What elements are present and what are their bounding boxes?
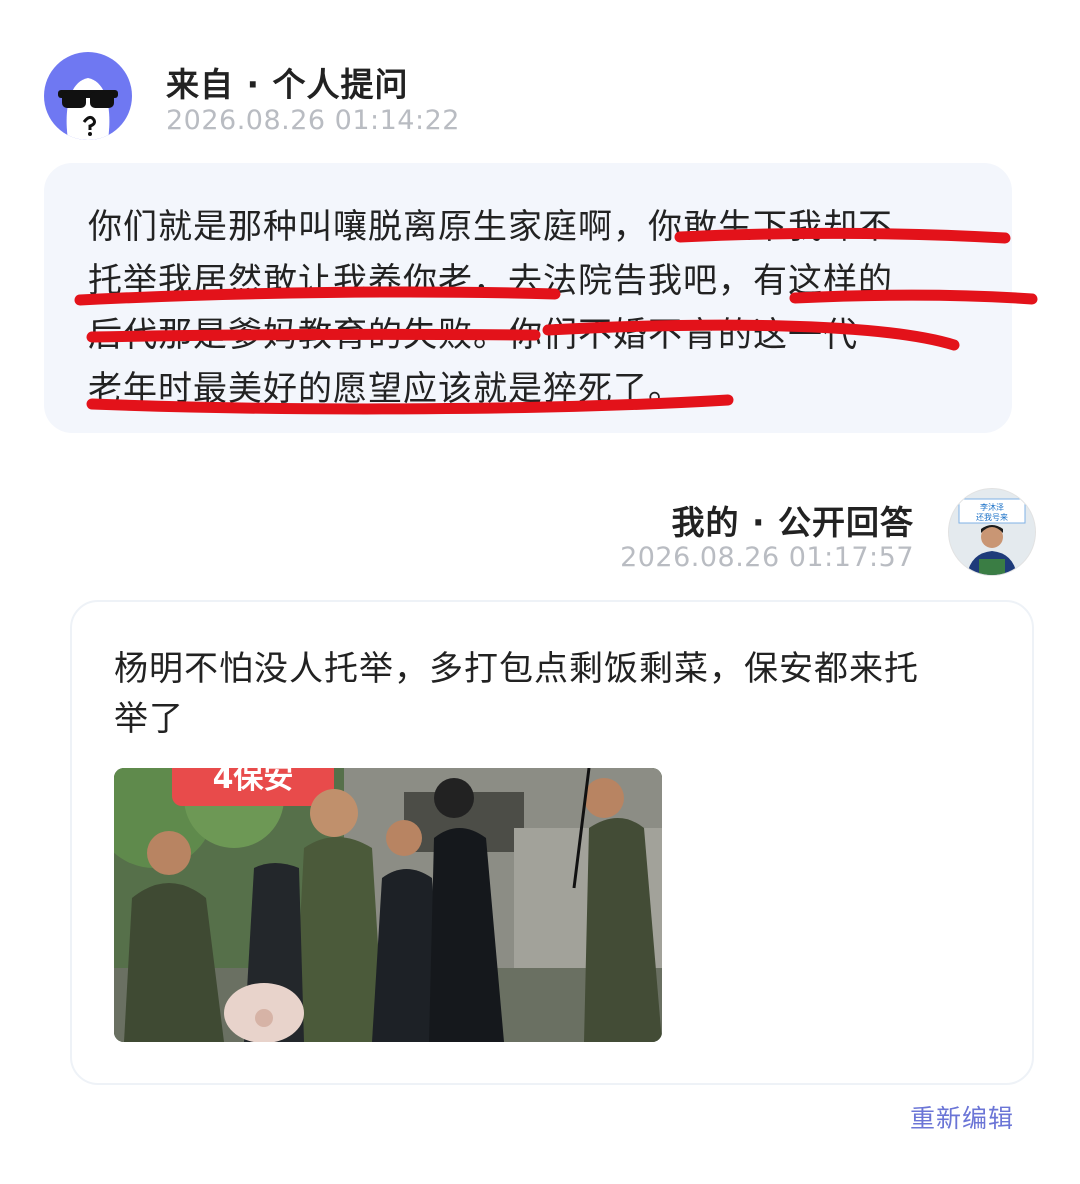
news-photo-icon: 4保安 (114, 768, 662, 1042)
answer-timestamp: 2026.08.26 01:17:57 (620, 542, 914, 573)
sign-holding-person-icon: 李沐泽 还我号来 (949, 489, 1035, 575)
answer-image[interactable]: 4保安 (114, 768, 662, 1042)
question-source-label: 来自 · 个人提问 (166, 65, 409, 104)
question-line: 托举我居然敢让我养你老，去法院告我吧，有这样的 (88, 261, 893, 301)
question-line: 老年时最美好的愿望应该就是猝死了。 (88, 369, 683, 409)
question-line: 你们就是那种叫嚷脱离原生家庭啊，你敢生下我却不 (88, 207, 893, 247)
answer-line: 杨明不怕没人托举，多打包点剩饭剩菜，保安都来托 (114, 649, 919, 689)
answer-text: 杨明不怕没人托举，多打包点剩饭剩菜，保安都来托 举了 (114, 644, 1004, 744)
question-text: 你们就是那种叫嚷脱离原生家庭啊，你敢生下我却不 托举我居然敢让我养你老，去法院告… (88, 200, 978, 416)
image-caption-tag: 4保安 (213, 768, 294, 796)
re-edit-link[interactable]: 重新编辑 (910, 1099, 1014, 1135)
avatar-sign-line: 李沐泽 (980, 502, 1004, 512)
avatar-sign-line: 还我号来 (976, 512, 1008, 522)
answerer-avatar[interactable]: 李沐泽 还我号来 (948, 488, 1036, 576)
asker-avatar[interactable] (44, 52, 132, 140)
sunglasses-face-icon (58, 78, 118, 140)
answer-source-label: 我的 · 公开回答 (671, 503, 914, 542)
answer-line: 举了 (114, 699, 184, 739)
question-line: 后代那是爹妈教育的失败。你们不婚不育的这一代 (88, 315, 858, 355)
question-timestamp: 2026.08.26 01:14:22 (166, 105, 460, 136)
